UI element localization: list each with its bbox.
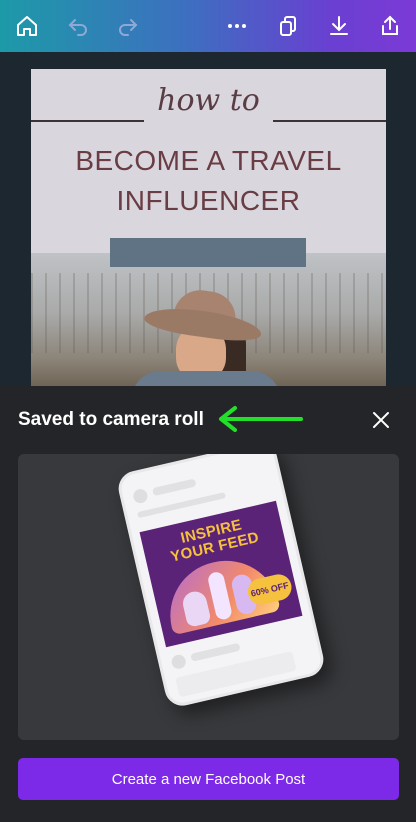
saved-bottom-sheet: Saved to camera roll INSPIRE YOUR FEED 6 (0, 386, 416, 822)
top-toolbar (0, 0, 416, 52)
decorative-line-right (273, 120, 386, 122)
redo-icon[interactable] (112, 10, 144, 42)
home-icon[interactable] (11, 10, 43, 42)
close-button[interactable] (365, 404, 397, 436)
create-facebook-post-button[interactable]: Create a new Facebook Post (18, 758, 399, 800)
arrow-annotation-icon (219, 406, 303, 432)
more-icon[interactable] (221, 10, 253, 42)
design-script-text: how to (157, 83, 260, 118)
download-icon[interactable] (323, 10, 355, 42)
close-icon (373, 412, 389, 428)
design-headline-line2: INFLUENCER (116, 185, 301, 216)
share-icon[interactable] (374, 10, 406, 42)
decorative-line-left (31, 120, 144, 122)
copy-icon[interactable] (272, 10, 304, 42)
design-canvas: how to BECOME A TRAVEL INFLUENCER (0, 52, 416, 388)
design-page[interactable]: how to BECOME A TRAVEL INFLUENCER (31, 69, 386, 388)
sheet-title: Saved to camera roll (18, 409, 204, 430)
design-photo (31, 253, 386, 388)
facebook-post-preview: INSPIRE YOUR FEED 60% OFF (18, 454, 399, 740)
undo-icon[interactable] (62, 10, 94, 42)
ad-creative: INSPIRE YOUR FEED 60% OFF (139, 500, 303, 648)
phone-mockup: INSPIRE YOUR FEED 60% OFF (115, 454, 327, 710)
design-headline-line1: BECOME A TRAVEL (75, 145, 342, 176)
design-color-bar (110, 238, 306, 267)
design-headline: BECOME A TRAVEL INFLUENCER (31, 141, 386, 221)
